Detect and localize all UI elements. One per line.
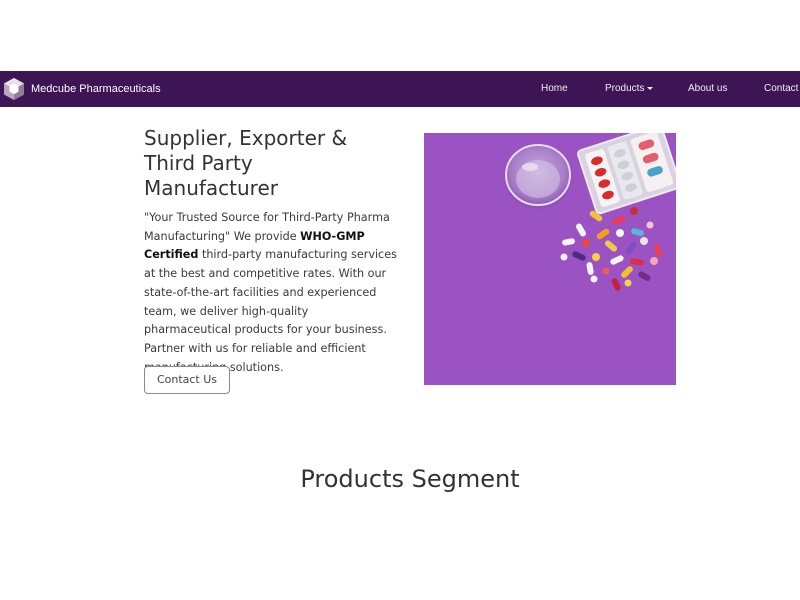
contact-us-button[interactable]: Contact Us — [144, 366, 230, 394]
brand[interactable]: Medcube Pharmaceuticals — [2, 71, 161, 107]
nav-home[interactable]: Home — [541, 71, 568, 107]
hero-text-body: third-party manufacturing services at th… — [144, 248, 397, 374]
hero-image — [424, 133, 676, 385]
hero-description: "Your Trusted Source for Third-Party Pha… — [144, 209, 398, 377]
nav-products[interactable]: Products — [605, 71, 654, 107]
products-segment-title: Products Segment — [300, 465, 520, 493]
brand-name: Medcube Pharmaceuticals — [31, 83, 161, 95]
navbar: Medcube Pharmaceuticals Home Products Ab… — [0, 71, 800, 107]
caret-down-icon — [647, 86, 654, 90]
hero-title: Supplier, Exporter & Third Party Manufac… — [144, 126, 348, 200]
nav-products-label: Products — [605, 83, 645, 94]
nav-contact[interactable]: Contact u — [764, 71, 800, 107]
nav-about[interactable]: About us — [688, 71, 727, 107]
pills-illustration — [504, 133, 676, 291]
cube-logo-icon — [4, 78, 24, 100]
